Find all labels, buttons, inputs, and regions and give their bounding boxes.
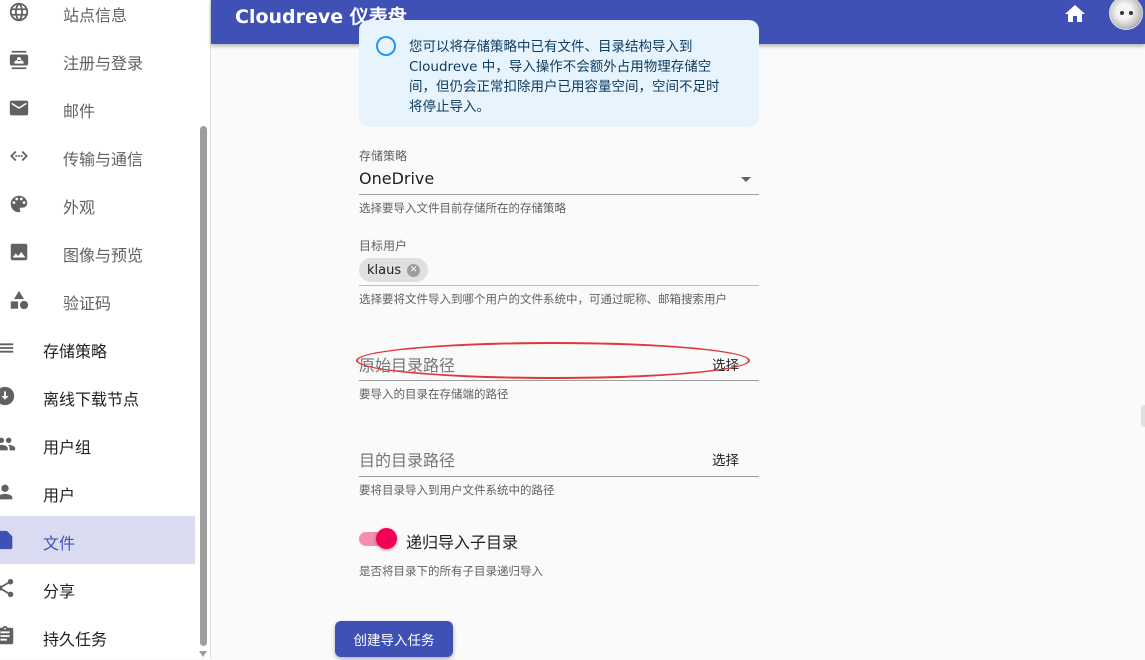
sidebar-item-label: 存储策略 bbox=[43, 342, 108, 361]
image-icon bbox=[6, 242, 32, 262]
avatar[interactable] bbox=[1109, 0, 1143, 30]
dest-path-underline bbox=[359, 476, 759, 477]
code-arrows-icon bbox=[6, 146, 32, 166]
sidebar-item-label: 外观 bbox=[63, 198, 96, 217]
sidebar-item-label: 用户组 bbox=[43, 438, 92, 457]
share-icon bbox=[0, 578, 18, 598]
sidebar-item-label: 图像与预览 bbox=[63, 246, 144, 265]
sidebar-item-image-preview[interactable]: 图像与预览 bbox=[0, 228, 195, 276]
recursive-switch-thumb[interactable] bbox=[376, 528, 397, 549]
sidebar-item-register-login[interactable]: 注册与登录 bbox=[0, 36, 195, 84]
chevron-down-icon[interactable] bbox=[741, 177, 751, 182]
right-edge-handle bbox=[1141, 405, 1145, 427]
info-alert: 您可以将存储策略中已有文件、目录结构导入到 Cloudreve 中，导入操作不会… bbox=[359, 20, 759, 127]
user-chip[interactable]: klaus ✕ bbox=[359, 258, 429, 282]
recursive-label: 递归导入子目录 bbox=[406, 533, 519, 552]
shapes-icon bbox=[6, 290, 32, 310]
contact-card-icon bbox=[6, 50, 32, 70]
user-icon bbox=[0, 482, 18, 502]
sidebar-item-label: 传输与通信 bbox=[63, 150, 144, 169]
avatar-eye bbox=[1129, 11, 1133, 15]
sidebar-item-label: 注册与登录 bbox=[63, 54, 144, 73]
dest-path-help: 要将目录导入到用户文件系统中的路径 bbox=[359, 483, 555, 497]
sidebar-item-mail[interactable]: 邮件 bbox=[0, 84, 195, 132]
info-line: 将停止导入。 bbox=[409, 99, 490, 115]
policy-label: 存储策略 bbox=[359, 149, 408, 163]
sidebar-item-appearance[interactable]: 外观 bbox=[0, 180, 195, 228]
sidebar-item-offline-node[interactable]: 离线下载节点 bbox=[0, 372, 195, 420]
sidebar-item-files[interactable]: 文件 bbox=[0, 516, 195, 564]
dest-path-input[interactable]: 目的目录路径 bbox=[359, 447, 455, 471]
info-line: Cloudreve 中，导入操作不会额外占用物理存储空 bbox=[409, 59, 712, 75]
sidebar-item-label: 邮件 bbox=[63, 102, 96, 121]
sidebar-item-users[interactable]: 用户 bbox=[0, 468, 195, 516]
target-user-label: 目标用户 bbox=[359, 239, 408, 253]
policy-underline bbox=[359, 194, 759, 195]
info-line: 您可以将存储策略中已有文件、目录结构导入到 bbox=[409, 39, 693, 55]
policy-help: 选择要导入文件目前存储所在的存储策略 bbox=[359, 201, 566, 215]
chip-remove-icon[interactable]: ✕ bbox=[407, 263, 421, 277]
task-icon bbox=[0, 626, 18, 646]
annotation-ellipse bbox=[356, 342, 750, 379]
sidebar-item-persistent-tasks[interactable]: 持久任务 bbox=[0, 612, 195, 660]
sidebar-item-label: 分享 bbox=[43, 582, 76, 601]
sidebar-item-label: 用户 bbox=[43, 486, 76, 505]
dest-select-button[interactable]: 选择 bbox=[712, 449, 739, 469]
create-import-task-button[interactable]: 创建导入任务 bbox=[335, 621, 453, 657]
globe-icon bbox=[6, 2, 32, 22]
palette-icon bbox=[6, 194, 32, 214]
target-user-help: 选择要将文件导入到哪个用户的文件系统中，可通过昵称、邮箱搜索用户 bbox=[359, 292, 727, 306]
info-icon bbox=[376, 36, 396, 56]
policy-select[interactable]: OneDrive bbox=[359, 169, 434, 188]
user-chip-label: klaus bbox=[367, 262, 402, 278]
source-path-help: 要导入的目录在存储端的路径 bbox=[359, 387, 509, 401]
info-line: 间，但仍会正常扣除用户已用容量空间，空间不足时 bbox=[409, 79, 720, 95]
mail-icon bbox=[6, 98, 32, 118]
sidebar: 站点信息 注册与登录 邮件 传输与通信 外观 图像与预览 验证码 存储策略 离线… bbox=[0, 0, 211, 659]
group-icon bbox=[0, 434, 18, 454]
download-node-icon bbox=[0, 386, 18, 406]
scroll-down-arrow-icon[interactable] bbox=[199, 651, 207, 657]
sidebar-item-label: 验证码 bbox=[63, 294, 112, 313]
list-icon bbox=[0, 338, 18, 358]
sidebar-item-label: 站点信息 bbox=[63, 6, 128, 25]
home-icon[interactable] bbox=[1063, 2, 1087, 26]
sidebar-item-user-group[interactable]: 用户组 bbox=[0, 420, 195, 468]
sidebar-item-captcha[interactable]: 验证码 bbox=[0, 276, 195, 324]
sidebar-item-site-info[interactable]: 站点信息 bbox=[0, 0, 195, 36]
sidebar-item-storage-policy[interactable]: 存储策略 bbox=[0, 324, 195, 372]
sidebar-item-label: 持久任务 bbox=[43, 630, 108, 649]
sidebar-scrollbar[interactable] bbox=[200, 126, 207, 646]
sidebar-item-label: 离线下载节点 bbox=[43, 390, 140, 409]
recursive-help: 是否将目录下的所有子目录递归导入 bbox=[359, 564, 543, 578]
sidebar-item-transfer[interactable]: 传输与通信 bbox=[0, 132, 195, 180]
target-user-underline bbox=[359, 285, 759, 286]
source-path-underline bbox=[359, 380, 759, 381]
avatar-eye bbox=[1120, 11, 1124, 15]
sidebar-item-share[interactable]: 分享 bbox=[0, 564, 195, 612]
sidebar-item-label: 文件 bbox=[43, 534, 76, 553]
file-icon bbox=[0, 530, 18, 550]
